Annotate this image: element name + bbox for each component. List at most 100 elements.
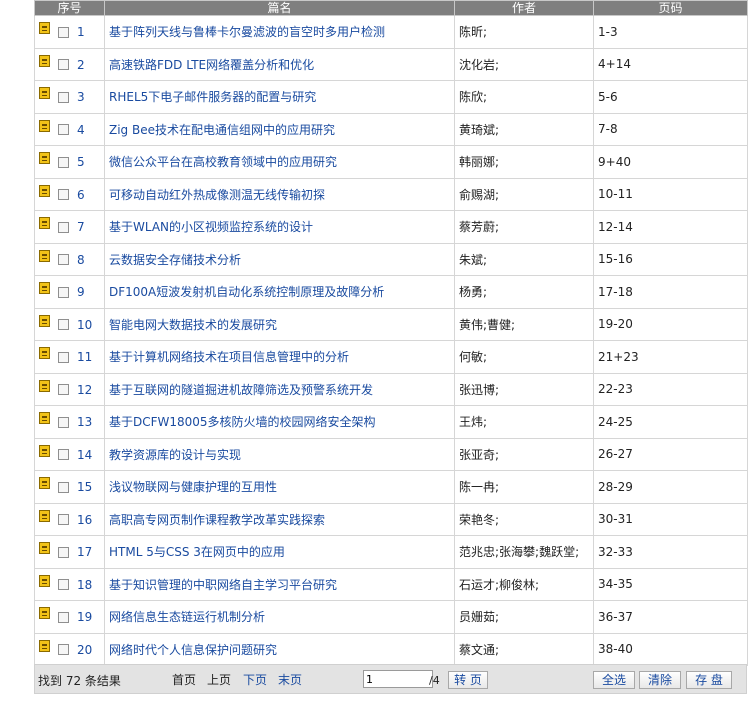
author-cell: 荣艳冬;: [454, 502, 594, 536]
article-title-link[interactable]: 高速铁路FDD LTE网络覆盖分析和优化: [109, 58, 314, 72]
select-all-button[interactable]: 全选: [593, 671, 635, 689]
row-checkbox[interactable]: [58, 449, 69, 460]
page-number-input[interactable]: [363, 670, 433, 688]
article-title-link[interactable]: 基于WLAN的小区视频监控系统的设计: [109, 220, 313, 234]
document-icon[interactable]: [39, 87, 50, 99]
row-checkbox[interactable]: [58, 124, 69, 135]
document-icon[interactable]: [39, 314, 50, 327]
pages-cell: 34-35: [593, 567, 748, 601]
document-icon[interactable]: [39, 412, 50, 424]
pages-cell: 7-8: [593, 112, 748, 146]
document-icon[interactable]: [39, 509, 50, 522]
title-cell: 智能电网大数据技术的发展研究: [104, 307, 455, 341]
document-icon[interactable]: [39, 54, 50, 67]
row-checkbox[interactable]: [58, 644, 69, 655]
author-cell: 蔡芳蔚;: [454, 210, 594, 244]
document-icon[interactable]: [39, 607, 50, 619]
row-checkbox[interactable]: [58, 416, 69, 428]
column-header-seq: 序号: [34, 0, 105, 16]
pages-cell: 17-18: [593, 275, 748, 309]
document-icon[interactable]: [39, 444, 50, 457]
pages-cell: 19-20: [593, 307, 748, 341]
article-title-link[interactable]: 智能电网大数据技术的发展研究: [109, 318, 277, 332]
article-title-link[interactable]: 网络时代个人信息保护问题研究: [109, 643, 277, 657]
article-title-link[interactable]: RHEL5下电子邮件服务器的配置与研究: [109, 90, 316, 104]
title-cell: 微信公众平台在高校教育领域中的应用研究: [104, 145, 455, 179]
article-title-link[interactable]: 高职高专网页制作课程教学改革实践探索: [109, 513, 325, 527]
row-checkbox[interactable]: [58, 579, 69, 590]
document-icon[interactable]: [39, 379, 50, 392]
document-icon[interactable]: [39, 477, 50, 489]
article-title-link[interactable]: 教学资源库的设计与实现: [109, 448, 241, 462]
title-cell: HTML 5与CSS 3在网页中的应用: [104, 535, 455, 569]
last-page-link[interactable]: 末页: [278, 671, 302, 688]
article-title-link[interactable]: 基于阵列天线与鲁棒卡尔曼滤波的盲空时多用户检测: [109, 25, 385, 39]
row-number: 10: [77, 317, 93, 332]
seq-cell: 10: [34, 307, 105, 341]
seq-cell: 14: [34, 437, 105, 471]
row-checkbox[interactable]: [58, 91, 69, 103]
title-cell: 云数据安全存储技术分析: [104, 242, 455, 276]
document-icon[interactable]: [39, 282, 50, 294]
document-icon[interactable]: [39, 22, 50, 34]
table-row: 18 基于知识管理的中职网络自主学习平台研究 石运才;柳俊林; 34-35: [34, 567, 748, 601]
row-checkbox[interactable]: [58, 189, 69, 200]
title-cell: 基于计算机网络技术在项目信息管理中的分析: [104, 340, 455, 374]
article-title-link[interactable]: HTML 5与CSS 3在网页中的应用: [109, 545, 285, 559]
document-icon[interactable]: [39, 347, 50, 359]
row-checkbox[interactable]: [58, 384, 69, 395]
table-row: 16 高职高专网页制作课程教学改革实践探索 荣艳冬; 30-31: [34, 502, 748, 536]
go-page-button[interactable]: 转 页: [448, 671, 488, 689]
document-icon[interactable]: [39, 152, 50, 164]
article-title-link[interactable]: 基于计算机网络技术在项目信息管理中的分析: [109, 350, 349, 364]
document-icon[interactable]: [39, 217, 50, 229]
first-page-label: 首页: [172, 673, 197, 687]
article-title-link[interactable]: 浅议物联网与健康护理的互用性: [109, 480, 277, 494]
article-title-link[interactable]: 可移动自动红外热成像测温无线传输初探: [109, 188, 325, 202]
article-title-link[interactable]: 基于DCFW18005多核防火墙的校园网络安全架构: [109, 415, 376, 429]
author-cell: 张亚奇;: [454, 437, 594, 471]
author-cell: 沈化岩;: [454, 47, 594, 81]
row-checkbox[interactable]: [58, 286, 69, 298]
next-page-link[interactable]: 下页: [243, 671, 267, 688]
row-number: 6: [77, 187, 85, 202]
row-checkbox[interactable]: [58, 546, 69, 558]
title-cell: 高职高专网页制作课程教学改革实践探索: [104, 502, 455, 536]
document-icon[interactable]: [39, 119, 50, 132]
seq-cell: 13: [34, 405, 105, 439]
document-icon[interactable]: [39, 184, 50, 197]
document-icon[interactable]: [39, 542, 50, 554]
article-title-link[interactable]: 基于知识管理的中职网络自主学习平台研究: [109, 578, 337, 592]
row-checkbox[interactable]: [58, 481, 69, 493]
row-checkbox[interactable]: [58, 59, 69, 70]
row-checkbox[interactable]: [58, 319, 69, 330]
row-checkbox[interactable]: [58, 156, 69, 168]
seq-cell: 1: [34, 15, 105, 49]
article-title-link[interactable]: DF100A短波发射机自动化系统控制原理及故障分析: [109, 285, 384, 299]
document-icon[interactable]: [39, 249, 50, 262]
title-cell: 教学资源库的设计与实现: [104, 437, 455, 471]
row-checkbox[interactable]: [58, 514, 69, 525]
pages-cell: 9+40: [593, 145, 748, 179]
row-checkbox[interactable]: [58, 254, 69, 265]
row-checkbox[interactable]: [58, 351, 69, 363]
article-title-link[interactable]: 微信公众平台在高校教育领域中的应用研究: [109, 155, 337, 169]
article-title-link[interactable]: 网络信息生态链运行机制分析: [109, 610, 265, 624]
document-icon[interactable]: [39, 574, 50, 587]
article-title-link[interactable]: 基于互联网的隧道掘进机故障筛选及预警系统开发: [109, 383, 373, 397]
row-number: 3: [77, 90, 85, 104]
row-checkbox[interactable]: [58, 26, 69, 38]
seq-cell: 11: [34, 340, 105, 374]
pages-cell: 10-11: [593, 177, 748, 211]
row-number: 12: [77, 382, 93, 397]
row-checkbox[interactable]: [58, 611, 69, 623]
article-title-link[interactable]: 云数据安全存储技术分析: [109, 253, 241, 267]
article-title-link[interactable]: Zig Bee技术在配电通信组网中的应用研究: [109, 123, 335, 137]
seq-cell: 8: [34, 242, 105, 276]
document-icon[interactable]: [39, 639, 50, 652]
pages-cell: 4+14: [593, 47, 748, 81]
save-button[interactable]: 存 盘: [686, 671, 732, 689]
clear-button[interactable]: 清除: [639, 671, 681, 689]
row-checkbox[interactable]: [58, 221, 69, 233]
row-number: 15: [77, 480, 93, 494]
